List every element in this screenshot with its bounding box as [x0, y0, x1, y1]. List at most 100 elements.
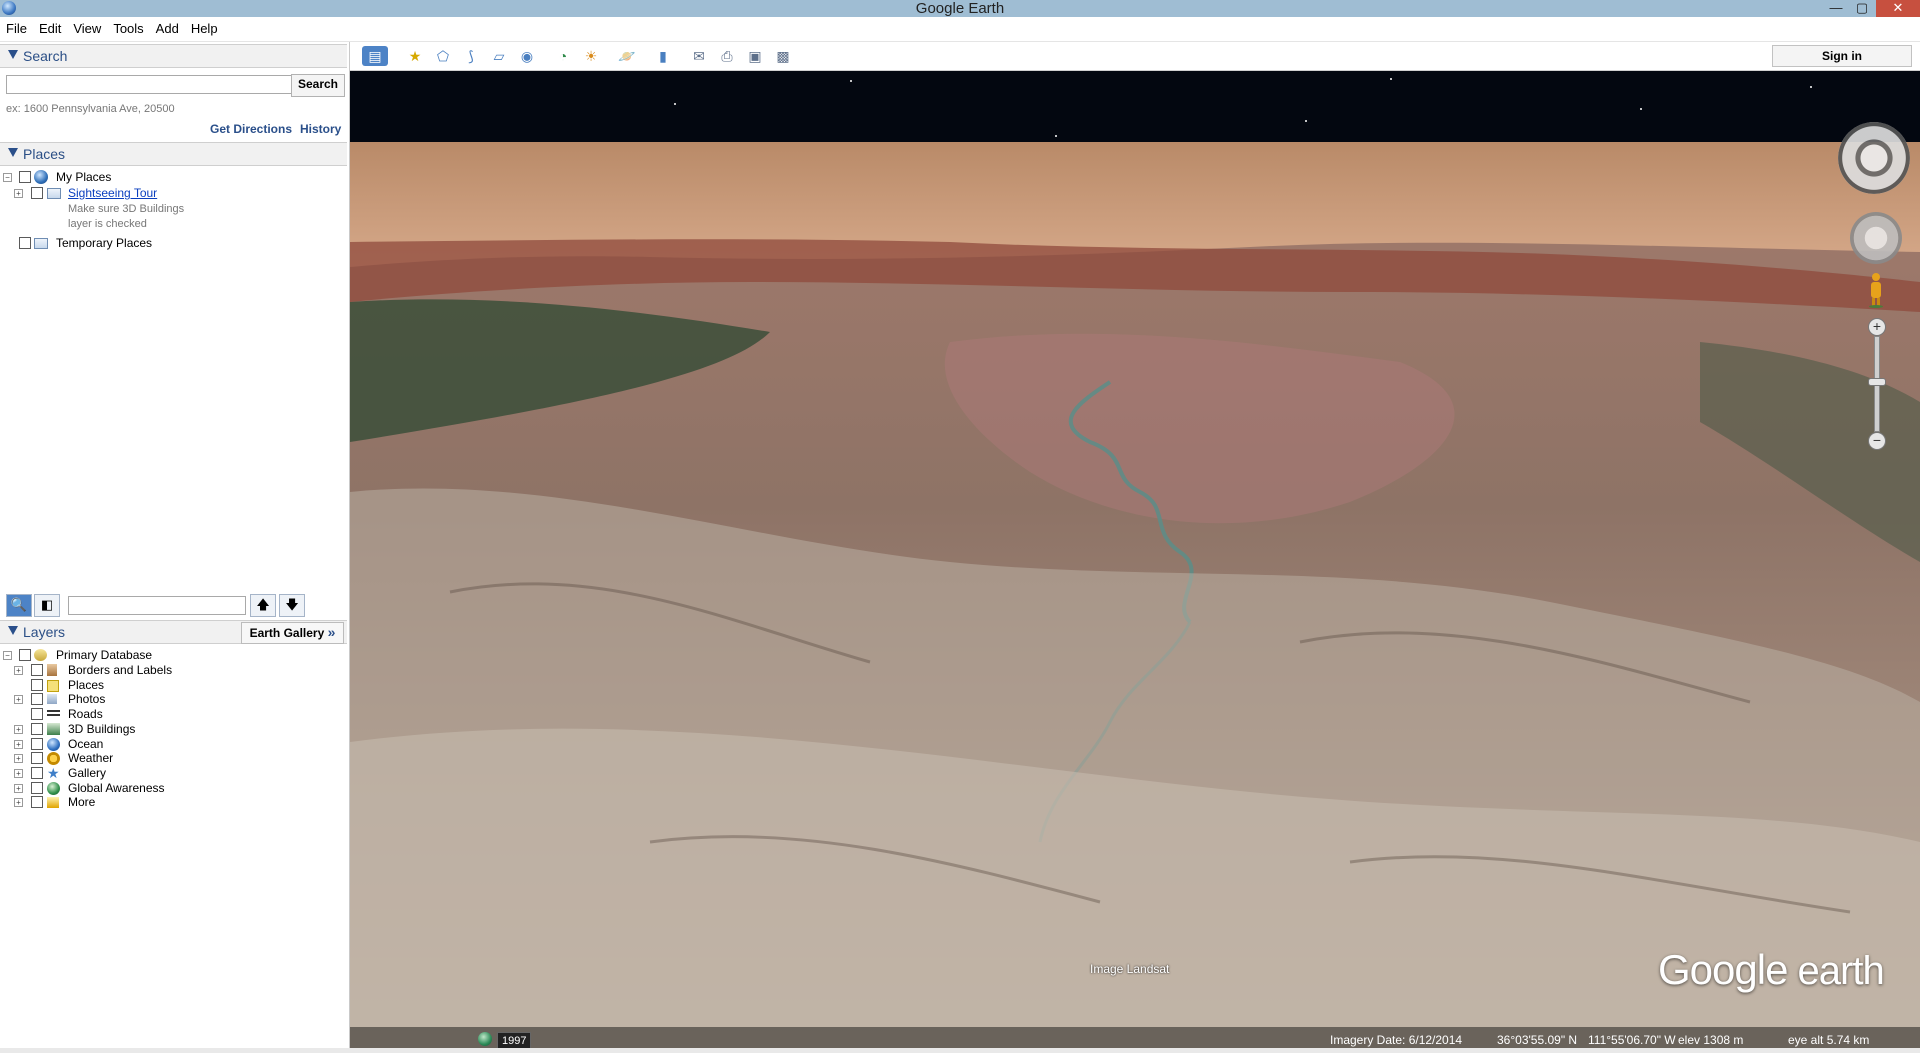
- layer-row-photos[interactable]: + Photos: [0, 691, 340, 707]
- add-placemark-icon[interactable]: ★: [404, 46, 426, 66]
- layer-row-roads[interactable]: Roads: [0, 706, 340, 722]
- layer-row-borders-and-labels[interactable]: + Borders and Labels: [0, 662, 340, 678]
- menu-add[interactable]: Add: [150, 17, 185, 41]
- get-directions-link[interactable]: Get Directions: [210, 122, 292, 136]
- search-panel-header[interactable]: Search: [0, 44, 347, 68]
- expand-icon[interactable]: +: [14, 783, 23, 793]
- menu-file[interactable]: File: [0, 17, 33, 41]
- layer-row-more[interactable]: + More: [0, 794, 340, 810]
- google-maps-icon[interactable]: ▣: [744, 46, 766, 66]
- sign-in-button[interactable]: Sign in: [1772, 45, 1912, 67]
- search-input[interactable]: [6, 75, 292, 94]
- panel-toggle-icon[interactable]: ◧: [34, 594, 60, 617]
- ocean-checkbox[interactable]: [31, 737, 43, 750]
- places-label: Places: [68, 677, 105, 692]
- earth-3d-view[interactable]: ▤ ★ ⬠ ⟆ ▱ ◉ ◔ ☀ 🪐 ▮ ✉ ⎙ ▣ ▩ Sign in + − …: [350, 42, 1920, 1053]
- bottom-scrollbar[interactable]: [0, 1048, 1920, 1053]
- search-places-toggle-icon[interactable]: 🔍: [6, 594, 32, 617]
- menu-tools[interactable]: Tools: [107, 17, 149, 41]
- expand-icon[interactable]: +: [14, 695, 23, 705]
- borders-and-labels-label: Borders and Labels: [68, 663, 173, 677]
- my-places-checkbox[interactable]: [19, 171, 31, 183]
- temporary-places-checkbox[interactable]: [19, 237, 31, 249]
- zoom-in-button[interactable]: +: [1868, 318, 1886, 336]
- sidebar-toggle-icon[interactable]: ▤: [362, 46, 388, 66]
- expand-icon[interactable]: +: [14, 798, 23, 808]
- menu-view[interactable]: View: [67, 17, 107, 41]
- look-joystick-icon[interactable]: [1838, 122, 1910, 194]
- roads-icon: [47, 710, 60, 719]
- photos-checkbox[interactable]: [31, 693, 43, 706]
- expand-icon[interactable]: +: [14, 754, 23, 764]
- record-tour-icon[interactable]: ◉: [516, 46, 538, 66]
- gallery-checkbox[interactable]: [31, 766, 43, 779]
- temporary-places-label: Temporary Places: [56, 236, 153, 250]
- roads-checkbox[interactable]: [31, 708, 43, 721]
- expand-icon[interactable]: +: [14, 666, 23, 675]
- tree-row-temporary-places[interactable]: Temporary Places: [0, 235, 340, 251]
- places-list-toolbar: 🔍 ◧ 🡅 🡇: [0, 592, 349, 618]
- layer-row-weather[interactable]: + Weather: [0, 750, 340, 766]
- title-bar: Google Earth — ▢ ✕: [0, 0, 1920, 17]
- minimize-button[interactable]: —: [1826, 0, 1846, 17]
- search-panel-title: Search: [23, 48, 68, 64]
- weather-checkbox[interactable]: [31, 752, 43, 765]
- ruler-icon[interactable]: ▮: [652, 46, 674, 66]
- sightseeing-tour-link[interactable]: Sightseeing Tour: [68, 185, 157, 201]
- add-path-icon[interactable]: ⟆: [460, 46, 482, 66]
- tree-row-my-places[interactable]: − My Places: [0, 169, 340, 185]
- layer-row-gallery[interactable]: + ★ Gallery: [0, 765, 340, 781]
- expand-icon[interactable]: +: [14, 739, 23, 749]
- search-button[interactable]: Search: [291, 74, 345, 97]
- email-icon[interactable]: ✉: [688, 46, 710, 66]
- switch-planet-icon[interactable]: 🪐: [616, 46, 638, 66]
- layer-row-ocean[interactable]: + Ocean: [0, 736, 340, 752]
- history-link[interactable]: History: [300, 122, 341, 136]
- sightseeing-tour-checkbox[interactable]: [31, 187, 43, 199]
- 3d-buildings-checkbox[interactable]: [31, 722, 43, 735]
- menu-help[interactable]: Help: [185, 17, 224, 41]
- street-view-pegman-icon[interactable]: [1867, 272, 1885, 308]
- photos-label: Photos: [68, 692, 106, 707]
- folder-icon: [34, 238, 48, 249]
- collapse-icon[interactable]: −: [3, 651, 12, 660]
- more-checkbox[interactable]: [31, 796, 43, 809]
- tree-row-primary-database[interactable]: − Primary Database: [0, 647, 340, 663]
- zoom-handle[interactable]: [1868, 378, 1886, 386]
- layer-row-places[interactable]: Places: [0, 677, 340, 693]
- historical-imagery-clock-icon[interactable]: [478, 1032, 492, 1046]
- borders-and-labels-checkbox[interactable]: [31, 664, 43, 676]
- places-checkbox[interactable]: [31, 678, 43, 691]
- expand-icon[interactable]: +: [14, 189, 23, 198]
- star: [1055, 135, 1057, 137]
- search-hint: ex: 1600 Pennsylvania Ave, 20500: [6, 103, 175, 115]
- historical-imagery-icon[interactable]: ◔: [552, 46, 574, 66]
- expand-icon[interactable]: +: [14, 768, 23, 778]
- expand-icon[interactable]: +: [14, 724, 23, 734]
- menu-edit[interactable]: Edit: [33, 17, 67, 41]
- layer-row-global-awareness[interactable]: + Global Awareness: [0, 780, 340, 796]
- move-down-arrow-icon[interactable]: 🡇: [279, 594, 305, 617]
- collapse-icon[interactable]: −: [3, 173, 12, 182]
- image-overlay-icon[interactable]: ▱: [488, 46, 510, 66]
- zoom-slider[interactable]: + −: [1868, 318, 1886, 450]
- move-joystick-icon[interactable]: [1850, 212, 1902, 264]
- add-polygon-icon[interactable]: ⬠: [432, 46, 454, 66]
- print-icon[interactable]: ⎙: [716, 46, 738, 66]
- places-panel-header[interactable]: Places: [0, 142, 347, 166]
- save-image-icon[interactable]: ▩: [772, 46, 794, 66]
- earth-gallery-button[interactable]: Earth Gallery »: [241, 622, 344, 644]
- sunlight-icon[interactable]: ☀: [580, 46, 602, 66]
- zoom-out-button[interactable]: −: [1868, 432, 1886, 450]
- places-filter-input[interactable]: [68, 596, 246, 615]
- move-up-arrow-icon[interactable]: 🡅: [250, 594, 276, 617]
- tree-row-sightseeing-tour[interactable]: + Sightseeing Tour: [0, 185, 340, 201]
- more-icon: [47, 797, 59, 809]
- global-awareness-checkbox[interactable]: [31, 781, 43, 794]
- primary-database-checkbox[interactable]: [19, 649, 31, 661]
- star: [674, 103, 676, 105]
- maximize-button[interactable]: ▢: [1852, 0, 1872, 17]
- google-earth-logo: Google earth: [1658, 946, 1885, 994]
- layer-row-3d-buildings[interactable]: +3D Buildings: [0, 721, 340, 737]
- close-button[interactable]: ✕: [1876, 0, 1920, 17]
